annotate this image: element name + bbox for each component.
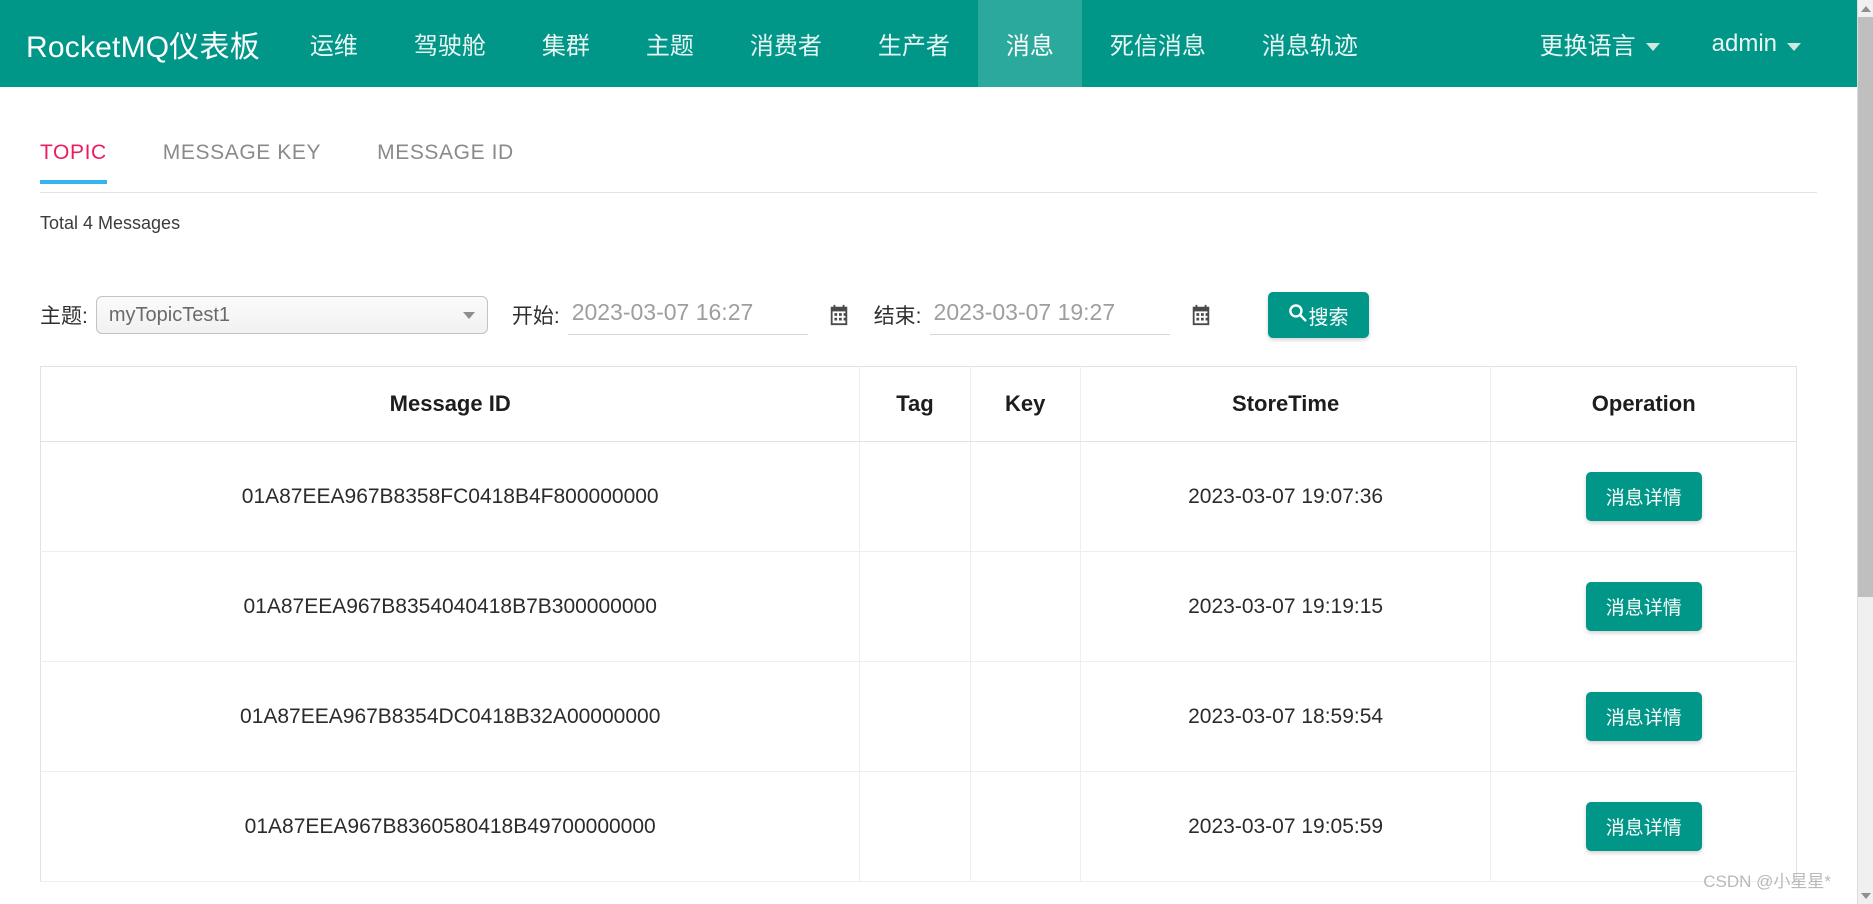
begin-label: 开始: — [511, 305, 560, 328]
cell-operation: 消息详情 — [1490, 771, 1797, 882]
cell-message-id: 01A87EEA967B8358FC0418B4F800000000 — [40, 441, 861, 552]
cell-storetime: 2023-03-07 18:59:54 — [1080, 661, 1492, 772]
language-switcher[interactable]: 更换语言 — [1514, 0, 1686, 87]
main-content: TOPIC MESSAGE KEY MESSAGE ID Total 4 Mes… — [0, 87, 1857, 882]
cell-tag — [859, 771, 971, 882]
language-switcher-label: 更换语言 — [1539, 33, 1636, 60]
tab-message-id[interactable]: MESSAGE ID — [377, 135, 514, 183]
scrollbar-thumb[interactable] — [1858, 17, 1873, 597]
message-detail-button[interactable]: 消息详情 — [1585, 582, 1702, 631]
topic-label: 主题: — [40, 305, 88, 328]
total-messages-text: Total 4 Messages — [40, 213, 181, 233]
table-row: 01A87EEA967B8358FC0418B4F800000000 2023-… — [40, 441, 1797, 552]
brand-logo[interactable]: RocketMQ仪表板 — [0, 0, 282, 87]
topic-select[interactable]: myTopicTest1 — [95, 296, 488, 334]
nav-item-consumer[interactable]: 消费者 — [722, 0, 850, 87]
tab-topic[interactable]: TOPIC — [40, 135, 107, 184]
message-detail-button[interactable]: 消息详情 — [1585, 692, 1702, 741]
watermark-text: CSDN @小星星* — [1703, 872, 1831, 891]
page-scrollbar[interactable] — [1857, 0, 1873, 904]
column-header-operation: Operation — [1490, 366, 1797, 442]
cell-key — [970, 661, 1081, 772]
cell-operation: 消息详情 — [1490, 661, 1797, 772]
tab-message-key[interactable]: MESSAGE KEY — [163, 135, 321, 183]
search-mode-tabs: TOPIC MESSAGE KEY MESSAGE ID — [40, 135, 1817, 193]
user-menu-label: admin — [1711, 29, 1777, 57]
search-icon — [1288, 303, 1307, 328]
messages-table-head: Message ID Tag Key StoreTime Operation — [40, 366, 1797, 442]
column-header-storetime: StoreTime — [1080, 366, 1492, 442]
cell-storetime: 2023-03-07 19:19:15 — [1080, 551, 1492, 662]
begin-date-input[interactable] — [567, 295, 808, 335]
cell-tag — [859, 441, 971, 552]
messages-table-body: 01A87EEA967B8358FC0418B4F800000000 2023-… — [40, 441, 1797, 882]
cell-storetime: 2023-03-07 19:07:36 — [1080, 441, 1492, 552]
primary-nav: 运维 驾驶舱 集群 主题 消费者 生产者 消息 死信消息 消息轨迹 — [282, 0, 1386, 87]
table-row: 01A87EEA967B8360580418B49700000000 2023-… — [40, 771, 1797, 882]
calendar-icon[interactable] — [1190, 304, 1212, 326]
cell-operation: 消息详情 — [1490, 441, 1797, 552]
search-button-label: 搜索 — [1308, 306, 1349, 329]
cell-tag — [859, 551, 971, 662]
message-detail-button[interactable]: 消息详情 — [1585, 472, 1702, 521]
column-header-tag: Tag — [859, 366, 971, 442]
message-detail-button[interactable]: 消息详情 — [1585, 802, 1702, 851]
messages-table: Message ID Tag Key StoreTime Operation 0… — [40, 366, 1797, 882]
nav-item-topic[interactable]: 主题 — [618, 0, 722, 87]
cell-key — [970, 441, 1081, 552]
scroll-up-arrow-icon[interactable] — [1858, 0, 1873, 17]
end-label: 结束: — [873, 305, 922, 328]
cell-key — [970, 771, 1081, 882]
end-date-group: 结束: — [874, 295, 1212, 335]
cell-message-id: 01A87EEA967B8360580418B49700000000 — [40, 771, 861, 882]
search-button[interactable]: 搜索 — [1267, 292, 1369, 338]
nav-item-operations[interactable]: 运维 — [282, 0, 386, 87]
nav-item-dead-letter-message[interactable]: 死信消息 — [1082, 0, 1234, 87]
navbar-right-group: 更换语言 admin — [1514, 0, 1857, 87]
scroll-down-arrow-icon[interactable] — [1858, 887, 1873, 904]
table-row: 01A87EEA967B8354040418B7B300000000 2023-… — [40, 551, 1797, 662]
chevron-down-icon — [1787, 42, 1801, 51]
user-menu[interactable]: admin — [1686, 0, 1827, 87]
calendar-icon[interactable] — [828, 304, 850, 326]
cell-key — [970, 551, 1081, 662]
chevron-down-icon — [1645, 42, 1660, 51]
cell-tag — [859, 661, 971, 772]
cell-message-id: 01A87EEA967B8354DC0418B32A00000000 — [40, 661, 861, 772]
column-header-key: Key — [970, 366, 1081, 442]
column-header-message-id: Message ID — [40, 366, 861, 442]
cell-storetime: 2023-03-07 19:05:59 — [1080, 771, 1492, 882]
nav-item-message[interactable]: 消息 — [977, 0, 1082, 87]
end-date-input[interactable] — [929, 295, 1170, 335]
top-navbar: RocketMQ仪表板 运维 驾驶舱 集群 主题 消费者 生产者 消息 死信消息… — [0, 0, 1857, 87]
nav-item-message-trace[interactable]: 消息轨迹 — [1234, 0, 1386, 87]
page-root: RocketMQ仪表板 运维 驾驶舱 集群 主题 消费者 生产者 消息 死信消息… — [0, 0, 1873, 904]
cell-message-id: 01A87EEA967B8354040418B7B300000000 — [40, 551, 861, 662]
topic-select-wrapper: myTopicTest1 — [95, 296, 488, 334]
nav-item-dashboard[interactable]: 驾驶舱 — [386, 0, 514, 87]
table-header-row: Message ID Tag Key StoreTime Operation — [40, 366, 1797, 442]
nav-item-producer[interactable]: 生产者 — [850, 0, 978, 87]
cell-operation: 消息详情 — [1490, 551, 1797, 662]
table-row: 01A87EEA967B8354DC0418B32A00000000 2023-… — [40, 661, 1797, 772]
filter-bar: 主题: myTopicTest1 开始: 结束: — [40, 286, 1817, 344]
begin-date-group: 开始: — [512, 295, 850, 335]
nav-item-cluster[interactable]: 集群 — [514, 0, 618, 87]
